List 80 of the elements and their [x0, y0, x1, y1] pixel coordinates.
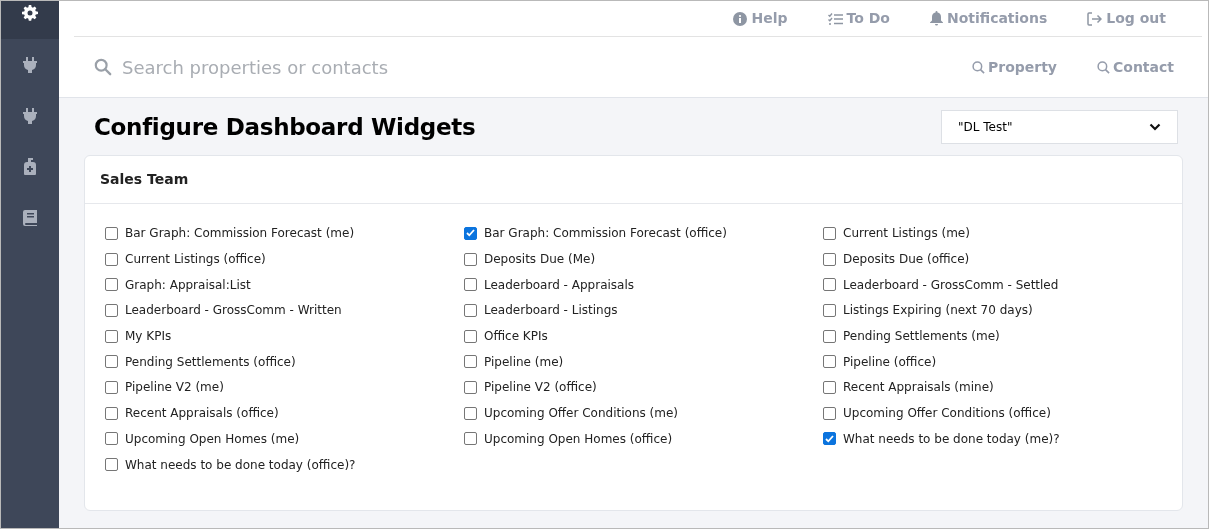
widget-label: Pipeline V2 (office): [484, 379, 597, 397]
checkbox[interactable]: [105, 278, 118, 292]
checkbox[interactable]: [823, 303, 836, 317]
search-icon: [94, 58, 112, 76]
checkbox[interactable]: [464, 406, 477, 420]
checkbox[interactable]: [105, 329, 118, 343]
nav-link[interactable]: Help: [733, 8, 788, 29]
widget-label: Leaderboard - GrossComm - Settled: [843, 276, 1059, 294]
checkbox[interactable]: [105, 252, 118, 266]
nav-link[interactable]: Log out: [1087, 8, 1166, 29]
checkbox[interactable]: [823, 278, 836, 292]
search-link[interactable]: Property: [971, 56, 1057, 78]
checkbox[interactable]: [823, 355, 836, 369]
widget-label: What needs to be done today (me)?: [843, 430, 1060, 448]
checkbox[interactable]: [464, 252, 477, 266]
widget-label: Office KPIs: [484, 328, 548, 346]
widget-label: Graph: Appraisal:List: [125, 276, 251, 294]
book-icon: [23, 209, 37, 226]
widget-label: Leaderboard - Listings: [484, 302, 618, 320]
checkbox[interactable]: [464, 329, 477, 343]
widget-label: My KPIs: [125, 328, 172, 346]
checkbox[interactable]: [823, 406, 836, 420]
search-link[interactable]: Contact: [1097, 56, 1174, 78]
checkbox[interactable]: [464, 278, 477, 292]
widget-label: Upcoming Offer Conditions (me): [484, 405, 678, 423]
checkbox[interactable]: [464, 355, 477, 369]
checkbox[interactable]: [823, 226, 836, 240]
widget-label: Bar Graph: Commission Forecast (office): [484, 225, 727, 243]
checkbox[interactable]: [105, 432, 118, 446]
widget-label: Deposits Due (Me): [484, 251, 596, 269]
widget-label: Leaderboard - Appraisals: [484, 276, 634, 294]
widget-label: Bar Graph: Commission Forecast (me): [125, 225, 355, 243]
search-field[interactable]: Search properties or contacts: [122, 53, 972, 81]
checkbox[interactable]: [105, 458, 118, 472]
widget-label: Upcoming Offer Conditions (office): [843, 405, 1051, 423]
checkbox[interactable]: [823, 380, 836, 394]
checkbox[interactable]: [105, 226, 118, 240]
widget-label: Recent Appraisals (office): [125, 405, 279, 423]
nav-link[interactable]: To Do: [827, 8, 890, 29]
page-title: Configure Dashboard Widgets: [94, 113, 476, 142]
widget-label: Recent Appraisals (mine): [843, 379, 994, 397]
checklist-icon: [827, 12, 843, 25]
widget-label: Listings Expiring (next 70 days): [843, 302, 1033, 320]
nav-link[interactable]: Notifications: [929, 8, 1048, 29]
card-title: Sales Team: [100, 169, 189, 189]
widget-label: Deposits Due (office): [843, 251, 970, 269]
widget-label: Current Listings (me): [843, 225, 970, 243]
checkbox[interactable]: [105, 406, 118, 420]
checkbox[interactable]: [464, 226, 477, 240]
widget-label: Current Listings (office): [125, 251, 266, 269]
widget-label: What needs to be done today (office)?: [125, 456, 356, 474]
checkbox[interactable]: [823, 329, 836, 343]
widget-label: Leaderboard - GrossComm - Written: [125, 302, 342, 320]
bell-icon: [929, 11, 943, 26]
widget-label: Upcoming Open Homes (office): [484, 430, 673, 448]
checkbox[interactable]: [823, 252, 836, 266]
widget-label: Pending Settlements (me): [843, 328, 1000, 346]
bottle-icon: [24, 158, 36, 175]
team-dropdown[interactable]: "DL Test": [941, 110, 1178, 145]
widget-label: Pipeline (office): [843, 353, 937, 371]
checkbox[interactable]: [464, 380, 477, 394]
widget-label: Pending Settlements (office): [125, 353, 296, 371]
info-icon: [733, 11, 748, 26]
checkbox[interactable]: [105, 355, 118, 369]
checkbox[interactable]: [823, 432, 836, 446]
checkbox[interactable]: [464, 432, 477, 446]
widget-label: Upcoming Open Homes (me): [125, 430, 300, 448]
gear-icon: [22, 5, 38, 21]
checkbox[interactable]: [464, 303, 477, 317]
widget-label: Pipeline (me): [484, 353, 564, 371]
chevron-down-icon: [1149, 123, 1161, 132]
search-icon: [1097, 60, 1110, 74]
plug-icon: [23, 56, 37, 73]
checkbox[interactable]: [105, 380, 118, 394]
sidebar-item[interactable]: [1, 1, 59, 39]
plug-icon: [23, 107, 37, 124]
checkbox[interactable]: [105, 303, 118, 317]
widget-label: Pipeline V2 (me): [125, 379, 224, 397]
search-icon: [971, 60, 985, 74]
logout-icon: [1087, 11, 1103, 26]
